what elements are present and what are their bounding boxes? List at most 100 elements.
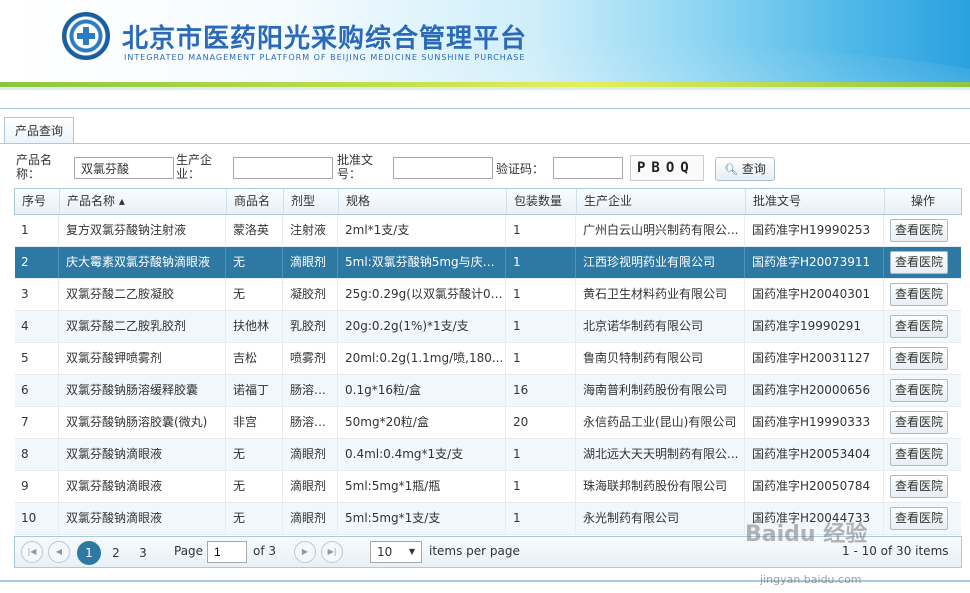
view-hospitals-button[interactable]: 查看医院: [890, 379, 948, 402]
manufacturer-input[interactable]: [233, 157, 333, 179]
product-name-label: 产品名称：: [16, 153, 53, 181]
cell-action: 查看医院: [884, 407, 961, 438]
cell-product-name: 双氯芬酸钠滴眼液: [59, 503, 226, 534]
page-number-1[interactable]: 1: [77, 541, 101, 565]
prev-page-icon[interactable]: ◀: [48, 541, 70, 563]
table-row[interactable]: 3 双氯芬酸二乙胺凝胶无凝胶剂 25g:0.29g(以双氯芬酸计0.... 1 黄石卫生…: [15, 279, 961, 311]
cell-spec: 20ml:0.2g(1.1mg/喷,180...: [338, 343, 506, 374]
cell-no: 7: [14, 407, 59, 438]
view-hospitals-button[interactable]: 查看医院: [890, 347, 948, 370]
site-header: 北京市医药阳光采购综合管理平台 INTEGRATED MANAGEMENT PL…: [0, 0, 970, 82]
cell-product-name: 双氯芬酸钠滴眼液: [59, 439, 226, 470]
header-blue-line: [0, 87, 970, 90]
table-row[interactable]: 4 双氯芬酸二乙胺乳胶剂 扶他林 乳胶剂 20g:0.2g(1%)*1支/支 1 北京诺华制…: [15, 311, 961, 343]
page-of-label: of 3: [253, 544, 277, 558]
cell-approval-number: 国药准字H20050784: [745, 471, 884, 502]
cell-dosage-form: 滴眼剂: [283, 247, 338, 278]
table-row[interactable]: 7 双氯芬酸钠肠溶胶囊(微丸) 非宫 肠溶胶... 50mg*20粒/盒 20 永信药品工业…: [15, 407, 961, 439]
search-button[interactable]: 🔍︎ 查询: [715, 157, 775, 181]
cell-trade-name: 扶他林: [226, 311, 283, 342]
cell-manufacturer: 黄石卫生材料药业有限公司: [576, 279, 745, 310]
next-page-icon[interactable]: ▶: [294, 541, 316, 563]
col-header-trade-name[interactable]: 商品名: [227, 189, 284, 214]
site-title: 北京市医药阳光采购综合管理平台: [122, 24, 528, 54]
cell-spec: 20g:0.2g(1%)*1支/支: [338, 311, 506, 342]
table-row[interactable]: 9 双氯芬酸钠滴眼液无滴眼剂 5ml:5mg*1瓶/瓶 1 珠海联邦制药股份有限公司 国药…: [15, 471, 961, 503]
cell-approval-number: 国药准字H20031127: [745, 343, 884, 374]
cell-product-name: 双氯芬酸二乙胺凝胶: [59, 279, 226, 310]
tab-product-query[interactable]: 产品查询: [4, 117, 74, 144]
cell-action: 查看医院: [884, 311, 961, 342]
cell-product-name: 双氯芬酸钠滴眼液: [59, 471, 226, 502]
cell-product-name: 复方双氯芬酸钠注射液: [59, 215, 226, 246]
cell-trade-name: 无: [226, 503, 283, 534]
cell-dosage-form: 乳胶剂: [283, 311, 338, 342]
cell-action: 查看医院: [884, 215, 961, 246]
view-hospitals-button[interactable]: 查看医院: [890, 283, 948, 306]
col-header-spec[interactable]: 规格: [339, 189, 507, 214]
view-hospitals-button[interactable]: 查看医院: [890, 251, 948, 274]
page-number-3[interactable]: 3: [131, 541, 155, 565]
table-row[interactable]: 5 双氯芬酸钾喷雾剂 吉松 喷雾剂 20ml:0.2g(1.1mg/喷,180... 1 鲁…: [15, 343, 961, 375]
col-header-product-name[interactable]: 产品名称 ▴: [60, 189, 227, 214]
view-hospitals-button[interactable]: 查看医院: [890, 475, 948, 498]
cell-package-qty: 1: [506, 503, 576, 534]
cell-approval-number: 国药准字H20073911: [745, 247, 884, 278]
cell-manufacturer: 广州白云山明兴制药有限公...: [576, 215, 745, 246]
col-header-manufacturer[interactable]: 生产企业: [577, 189, 746, 214]
col-header-package-qty[interactable]: 包装数量: [507, 189, 577, 214]
view-hospitals-button[interactable]: 查看医院: [890, 219, 948, 242]
captcha-input[interactable]: [553, 157, 623, 179]
col-header-no[interactable]: 序号: [15, 189, 60, 214]
view-hospitals-button[interactable]: 查看医院: [890, 411, 948, 434]
cell-package-qty: 1: [506, 343, 576, 374]
cell-action: 查看医院: [884, 471, 961, 502]
page-size-select[interactable]: 10 ▼: [370, 541, 422, 563]
platform-logo-icon: [62, 12, 110, 60]
cell-manufacturer: 永光制药有限公司: [576, 503, 745, 534]
cell-no: 2: [14, 247, 59, 278]
table-row[interactable]: 2 庆大霉素双氯芬酸钠滴眼液无滴眼剂 5ml:双氯芬酸钠5mg与庆大... 1 江西珍视…: [15, 247, 961, 279]
cell-action: 查看医院: [884, 279, 961, 310]
cell-no: 5: [14, 343, 59, 374]
cell-spec: 50mg*20粒/盒: [338, 407, 506, 438]
cell-spec: 2ml*1支/支: [338, 215, 506, 246]
first-page-icon[interactable]: |◀: [21, 541, 43, 563]
col-header-dosage-form[interactable]: 剂型: [284, 189, 339, 214]
manufacturer-label: 生产企业：: [176, 153, 213, 181]
view-hospitals-button[interactable]: 查看医院: [890, 443, 948, 466]
search-icon: 🔍︎: [724, 163, 739, 176]
cell-product-name: 双氯芬酸二乙胺乳胶剂: [59, 311, 226, 342]
baidu-watermark: Baidu 经验: [745, 516, 965, 576]
table-row[interactable]: 6 双氯芬酸钠肠溶缓释胶囊 诺福丁 肠溶缓... 0.1g*16粒/盒 16 海南普利制药股…: [15, 375, 961, 407]
cell-package-qty: 20: [506, 407, 576, 438]
cell-package-qty: 1: [506, 247, 576, 278]
tab-underline: [0, 143, 970, 144]
cell-manufacturer: 永信药品工业(昆山)有限公司: [576, 407, 745, 438]
cell-no: 9: [14, 471, 59, 502]
cell-spec: 0.4ml:0.4mg*1支/支: [338, 439, 506, 470]
cell-dosage-form: 喷雾剂: [283, 343, 338, 374]
cell-trade-name: 吉松: [226, 343, 283, 374]
product-name-input[interactable]: [74, 157, 174, 179]
cell-no: 3: [14, 279, 59, 310]
captcha-image[interactable]: PBOQ: [630, 155, 704, 181]
cell-manufacturer: 海南普利制药股份有限公司: [576, 375, 745, 406]
page-number-input[interactable]: [207, 541, 247, 563]
page-label: Page: [174, 544, 204, 558]
page-number-2[interactable]: 2: [104, 541, 128, 565]
page-size-value: 10: [377, 545, 393, 559]
cell-package-qty: 1: [506, 215, 576, 246]
view-hospitals-button[interactable]: 查看医院: [890, 315, 948, 338]
cell-spec: 5ml:双氯芬酸钠5mg与庆大...: [338, 247, 506, 278]
col-header-approval-number[interactable]: 批准文号: [746, 189, 885, 214]
table-row[interactable]: 1 复方双氯芬酸钠注射液 蒙洛英 注射液 2ml*1支/支 1 广州白云山明兴制药有限公..…: [15, 215, 961, 247]
approval-number-input[interactable]: [393, 157, 493, 179]
watermark-text: Baidu 经验: [745, 522, 868, 547]
items-per-page-label: items per page: [429, 544, 520, 558]
cell-package-qty: 1: [506, 471, 576, 502]
cell-approval-number: 国药准字H19990333: [745, 407, 884, 438]
cell-dosage-form: 滴眼剂: [283, 439, 338, 470]
last-page-icon[interactable]: ▶|: [321, 541, 343, 563]
table-row[interactable]: 8 双氯芬酸钠滴眼液无滴眼剂 0.4ml:0.4mg*1支/支 1 湖北远大天天明制药有…: [15, 439, 961, 471]
